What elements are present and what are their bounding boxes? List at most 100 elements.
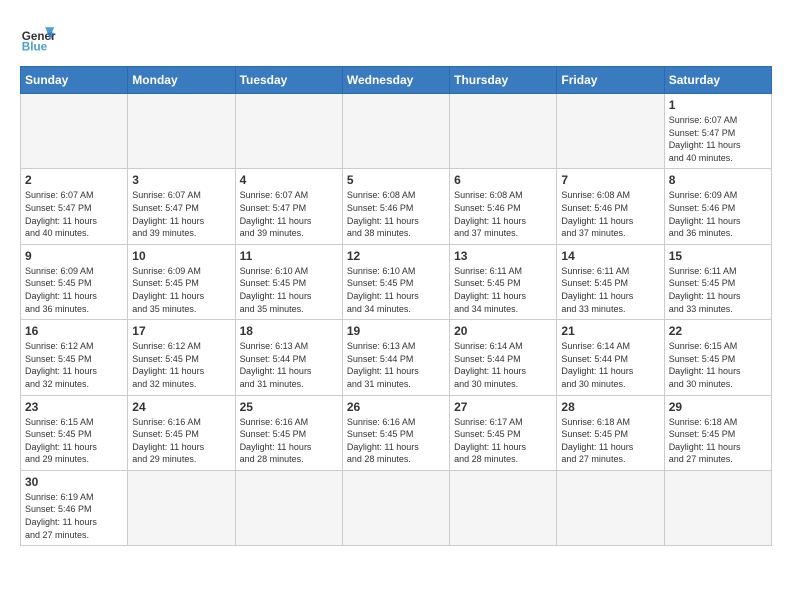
dow-thursday: Thursday [450, 67, 557, 94]
calendar-week-3: 16 Sunrise: 6:12 AM Sunset: 5:45 PM Dayli… [21, 320, 772, 395]
calendar-cell: 7 Sunrise: 6:08 AM Sunset: 5:46 PM Daylig… [557, 169, 664, 244]
dow-saturday: Saturday [664, 67, 771, 94]
calendar-cell: 1 Sunrise: 6:07 AM Sunset: 5:47 PM Daylig… [664, 94, 771, 169]
day-number: 19 [347, 324, 445, 338]
day-info: Sunrise: 6:07 AM Sunset: 5:47 PM Dayligh… [240, 189, 338, 239]
day-number: 28 [561, 400, 659, 414]
calendar-cell: 28Sunrise: 6:18 AM Sunset: 5:45 PM Dayli… [557, 395, 664, 470]
day-info: Sunrise: 6:07 AM Sunset: 5:47 PM Dayligh… [25, 189, 123, 239]
day-number: 1 [669, 98, 767, 112]
day-number: 16 [25, 324, 123, 338]
svg-text:Blue: Blue [22, 41, 48, 54]
calendar-cell: 10Sunrise: 6:09 AM Sunset: 5:45 PM Dayli… [128, 244, 235, 319]
day-number: 22 [669, 324, 767, 338]
calendar-cell [21, 94, 128, 169]
calendar-cell [235, 94, 342, 169]
day-info: Sunrise: 6:16 AM Sunset: 5:45 PM Dayligh… [347, 416, 445, 466]
calendar-cell [235, 470, 342, 545]
day-number: 11 [240, 249, 338, 263]
calendar-cell: 25 Sunrise: 6:16 AM Sunset: 5:45 PM Dayli… [235, 395, 342, 470]
day-info: Sunrise: 6:08 AM Sunset: 5:46 PM Dayligh… [454, 189, 552, 239]
day-info: Sunrise: 6:08 AM Sunset: 5:46 PM Dayligh… [347, 189, 445, 239]
day-info: Sunrise: 6:19 AM Sunset: 5:46 PM Dayligh… [25, 491, 123, 541]
day-number: 20 [454, 324, 552, 338]
calendar-cell: 5 Sunrise: 6:08 AM Sunset: 5:46 PM Daylig… [342, 169, 449, 244]
calendar-cell: 13 Sunrise: 6:11 AM Sunset: 5:45 PM Dayli… [450, 244, 557, 319]
calendar-cell: 16 Sunrise: 6:12 AM Sunset: 5:45 PM Dayli… [21, 320, 128, 395]
day-number: 24 [132, 400, 230, 414]
calendar-cell: 26 Sunrise: 6:16 AM Sunset: 5:45 PM Dayli… [342, 395, 449, 470]
day-info: Sunrise: 6:14 AM Sunset: 5:44 PM Dayligh… [454, 340, 552, 390]
day-number: 9 [25, 249, 123, 263]
day-info: Sunrise: 6:11 AM Sunset: 5:45 PM Dayligh… [669, 265, 767, 315]
calendar-cell: 4 Sunrise: 6:07 AM Sunset: 5:47 PM Daylig… [235, 169, 342, 244]
day-info: Sunrise: 6:11 AM Sunset: 5:45 PM Dayligh… [454, 265, 552, 315]
page-header: General Blue [20, 20, 772, 56]
day-number: 13 [454, 249, 552, 263]
day-info: Sunrise: 6:12 AM Sunset: 5:45 PM Dayligh… [25, 340, 123, 390]
calendar-cell: 9Sunrise: 6:09 AM Sunset: 5:45 PM Daylig… [21, 244, 128, 319]
calendar-cell [342, 94, 449, 169]
day-number: 12 [347, 249, 445, 263]
calendar-cell: 23Sunrise: 6:15 AM Sunset: 5:45 PM Dayli… [21, 395, 128, 470]
calendar-cell: 27 Sunrise: 6:17 AM Sunset: 5:45 PM Dayli… [450, 395, 557, 470]
calendar-week-1: 2 Sunrise: 6:07 AM Sunset: 5:47 PM Daylig… [21, 169, 772, 244]
day-number: 5 [347, 173, 445, 187]
day-info: Sunrise: 6:09 AM Sunset: 5:46 PM Dayligh… [669, 189, 767, 239]
logo: General Blue [20, 20, 56, 56]
calendar-cell: 19 Sunrise: 6:13 AM Sunset: 5:44 PM Dayli… [342, 320, 449, 395]
dow-tuesday: Tuesday [235, 67, 342, 94]
calendar-body: 1 Sunrise: 6:07 AM Sunset: 5:47 PM Daylig… [21, 94, 772, 546]
calendar-cell [128, 470, 235, 545]
day-number: 27 [454, 400, 552, 414]
day-info: Sunrise: 6:15 AM Sunset: 5:45 PM Dayligh… [25, 416, 123, 466]
calendar-cell: 12Sunrise: 6:10 AM Sunset: 5:45 PM Dayli… [342, 244, 449, 319]
day-number: 3 [132, 173, 230, 187]
day-info: Sunrise: 6:18 AM Sunset: 5:45 PM Dayligh… [669, 416, 767, 466]
day-info: Sunrise: 6:13 AM Sunset: 5:44 PM Dayligh… [240, 340, 338, 390]
calendar-cell [450, 94, 557, 169]
day-info: Sunrise: 6:16 AM Sunset: 5:45 PM Dayligh… [240, 416, 338, 466]
day-number: 15 [669, 249, 767, 263]
calendar-cell: 18 Sunrise: 6:13 AM Sunset: 5:44 PM Dayli… [235, 320, 342, 395]
dow-wednesday: Wednesday [342, 67, 449, 94]
day-number: 14 [561, 249, 659, 263]
day-info: Sunrise: 6:15 AM Sunset: 5:45 PM Dayligh… [669, 340, 767, 390]
day-info: Sunrise: 6:08 AM Sunset: 5:46 PM Dayligh… [561, 189, 659, 239]
day-info: Sunrise: 6:07 AM Sunset: 5:47 PM Dayligh… [132, 189, 230, 239]
day-of-week-header: SundayMondayTuesdayWednesdayThursdayFrid… [21, 67, 772, 94]
calendar-week-5: 30 Sunrise: 6:19 AM Sunset: 5:46 PM Dayli… [21, 470, 772, 545]
day-number: 8 [669, 173, 767, 187]
day-number: 29 [669, 400, 767, 414]
day-info: Sunrise: 6:07 AM Sunset: 5:47 PM Dayligh… [669, 114, 767, 164]
calendar-cell: 15 Sunrise: 6:11 AM Sunset: 5:45 PM Dayli… [664, 244, 771, 319]
day-info: Sunrise: 6:11 AM Sunset: 5:45 PM Dayligh… [561, 265, 659, 315]
day-info: Sunrise: 6:13 AM Sunset: 5:44 PM Dayligh… [347, 340, 445, 390]
day-info: Sunrise: 6:16 AM Sunset: 5:45 PM Dayligh… [132, 416, 230, 466]
calendar-cell: 2 Sunrise: 6:07 AM Sunset: 5:47 PM Daylig… [21, 169, 128, 244]
day-number: 7 [561, 173, 659, 187]
calendar-week-2: 9Sunrise: 6:09 AM Sunset: 5:45 PM Daylig… [21, 244, 772, 319]
calendar-cell: 30 Sunrise: 6:19 AM Sunset: 5:46 PM Dayli… [21, 470, 128, 545]
day-number: 4 [240, 173, 338, 187]
day-info: Sunrise: 6:12 AM Sunset: 5:45 PM Dayligh… [132, 340, 230, 390]
day-info: Sunrise: 6:17 AM Sunset: 5:45 PM Dayligh… [454, 416, 552, 466]
calendar-cell [342, 470, 449, 545]
day-number: 2 [25, 173, 123, 187]
day-number: 10 [132, 249, 230, 263]
calendar-cell [557, 470, 664, 545]
calendar-cell: 24 Sunrise: 6:16 AM Sunset: 5:45 PM Dayli… [128, 395, 235, 470]
calendar-cell [557, 94, 664, 169]
day-info: Sunrise: 6:14 AM Sunset: 5:44 PM Dayligh… [561, 340, 659, 390]
day-number: 6 [454, 173, 552, 187]
calendar-cell: 3 Sunrise: 6:07 AM Sunset: 5:47 PM Daylig… [128, 169, 235, 244]
day-number: 26 [347, 400, 445, 414]
day-number: 25 [240, 400, 338, 414]
logo-icon: General Blue [20, 20, 56, 56]
dow-friday: Friday [557, 67, 664, 94]
day-number: 30 [25, 475, 123, 489]
day-number: 18 [240, 324, 338, 338]
dow-monday: Monday [128, 67, 235, 94]
calendar-cell: 17Sunrise: 6:12 AM Sunset: 5:45 PM Dayli… [128, 320, 235, 395]
calendar-table: SundayMondayTuesdayWednesdayThursdayFrid… [20, 66, 772, 546]
